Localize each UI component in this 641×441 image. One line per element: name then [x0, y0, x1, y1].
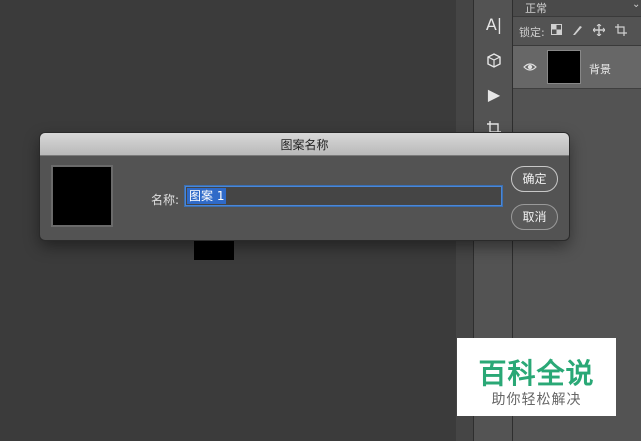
lock-position-icon[interactable] — [592, 23, 606, 39]
pattern-preview — [51, 165, 113, 227]
character-panel-icon[interactable]: A| — [478, 12, 510, 38]
eye-visibility-icon[interactable] — [523, 60, 537, 74]
lock-row: 锁定: — [513, 17, 641, 46]
blend-mode-label: 正常 — [525, 2, 547, 15]
lock-label: 锁定: — [519, 26, 545, 39]
lock-image-pixels-icon[interactable] — [571, 24, 583, 39]
3d-cube-icon[interactable] — [478, 52, 510, 78]
layer-thumbnail — [547, 50, 581, 84]
dialog-titlebar[interactable]: 图案名称 — [40, 133, 569, 156]
lock-artboard-icon[interactable] — [615, 24, 627, 39]
lock-transparent-pixels-icon[interactable] — [551, 24, 562, 38]
pattern-name-value: 图案 1 — [187, 188, 227, 204]
watermark-logo: 百科全说 助你轻松解决 — [457, 338, 616, 416]
layer-row-background[interactable]: 背景 — [513, 46, 641, 89]
play-actions-icon[interactable]: ▶ — [478, 82, 510, 108]
ok-button[interactable]: 确定 — [511, 166, 558, 192]
watermark-tagline: 助你轻松解决 — [491, 392, 582, 408]
pattern-name-dialog: 图案名称 名称: 图案 1 确定 取消 — [40, 133, 569, 240]
cancel-button[interactable]: 取消 — [511, 204, 558, 230]
dialog-title: 图案名称 — [280, 138, 329, 152]
name-label: 名称: — [151, 193, 180, 207]
pattern-name-input[interactable]: 图案 1 — [185, 186, 502, 206]
chevron-down-icon: ⌄ — [632, 0, 641, 10]
canvas-black-shape — [194, 238, 234, 260]
blend-mode-select[interactable]: 正常 ⌄ — [513, 0, 641, 17]
layer-name: 背景 — [589, 63, 611, 76]
watermark-brand: 百科全说 — [478, 357, 595, 390]
